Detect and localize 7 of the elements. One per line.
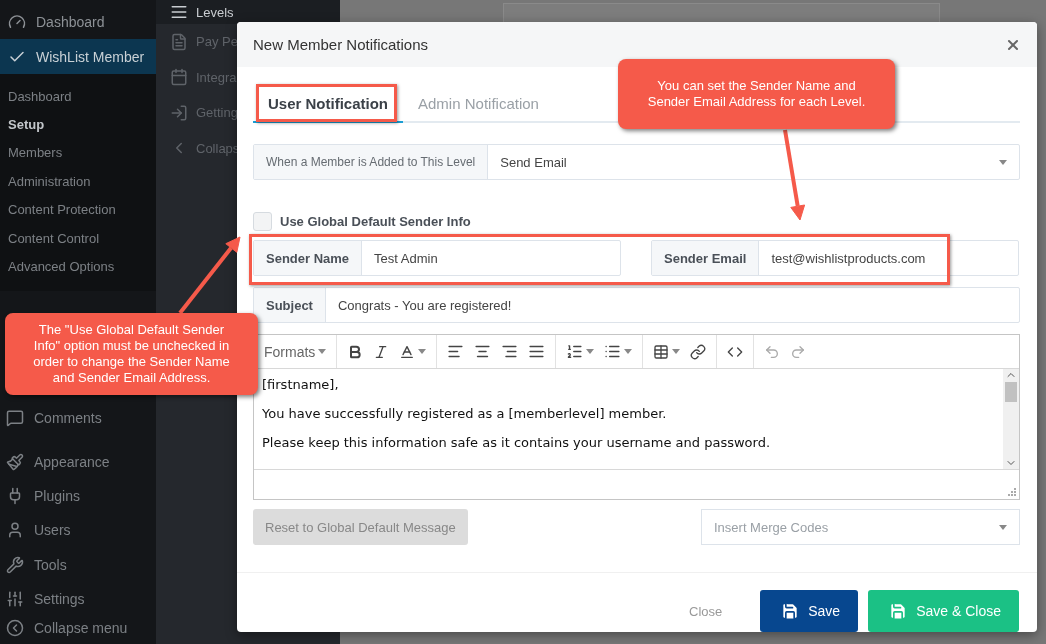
message-paragraph: [firstname],: [262, 377, 340, 392]
callout: The "Use Global Default Sender Info" option must be unchecked in order to change the Sender Name and Sender Email Address.: [5, 313, 258, 395]
callout: You can set the Sender Name and Sender Email Address for each Level.: [618, 59, 895, 129]
dialog-title: New Member Notifications: [253, 36, 429, 53]
message-paragraph: You have successfully registered as a [memberlevel] member.: [262, 406, 668, 421]
checkbox-label: Use Global Default Sender Info: [280, 214, 471, 229]
message-paragraph: Please keep this information safe as it contains your username and password.: [262, 435, 772, 450]
